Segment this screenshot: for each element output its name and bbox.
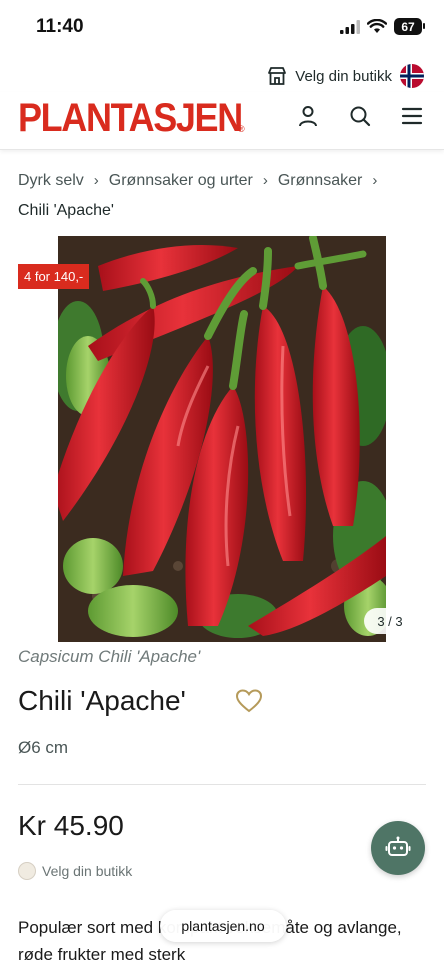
- promo-badge: 4 for 140,-: [18, 264, 90, 289]
- store-selector-label: Velg din butikk: [295, 67, 392, 85]
- status-icons: 67: [340, 18, 425, 35]
- norway-flag-icon[interactable]: [400, 64, 424, 88]
- search-icon[interactable]: [348, 104, 372, 128]
- chevron-right-icon: ›: [372, 172, 378, 189]
- heart-icon[interactable]: [236, 689, 262, 713]
- breadcrumb-item[interactable]: Grønnsaker: [278, 172, 362, 189]
- radio-icon[interactable]: [18, 862, 36, 880]
- store-select-label: Velg din butikk: [42, 863, 133, 879]
- chatbot-icon: [385, 836, 411, 856]
- product-price: Kr 45.90: [18, 810, 124, 841]
- product-size: Ø6 cm: [18, 738, 69, 757]
- menu-icon[interactable]: [400, 104, 424, 128]
- product-title: Chili 'Apache': [18, 685, 186, 716]
- status-bar: 11:40 67: [0, 0, 444, 56]
- product-image[interactable]: [58, 236, 386, 642]
- store-icon: [268, 67, 287, 85]
- battery-icon: 67: [394, 18, 425, 35]
- status-time: 11:40: [36, 16, 84, 37]
- chat-button[interactable]: [371, 821, 425, 875]
- breadcrumb-item[interactable]: Dyrk selv: [18, 172, 84, 189]
- product-latin-name: Capsicum Chili 'Apache': [18, 647, 201, 666]
- logo-registered-mark: ®: [238, 124, 245, 134]
- battery-level: 67: [401, 19, 415, 34]
- image-counter: 3 / 3: [364, 608, 416, 634]
- chevron-right-icon: ›: [262, 172, 268, 189]
- signal-icon: [340, 19, 360, 34]
- chili-photo: [58, 236, 386, 642]
- plantasjen-logo[interactable]: PLANTASJEN: [18, 96, 243, 141]
- store-select-radio[interactable]: Velg din butikk: [18, 862, 132, 880]
- header-actions: [296, 104, 424, 128]
- divider: [18, 784, 426, 785]
- store-selector[interactable]: Velg din butikk: [267, 64, 424, 88]
- site-header: PLANTASJEN ®: [0, 92, 444, 150]
- breadcrumb-item[interactable]: Grønnsaker og urter: [109, 172, 253, 189]
- chevron-right-icon: ›: [93, 172, 99, 189]
- browser-url-bar[interactable]: plantasjen.no: [160, 910, 286, 942]
- breadcrumb: Dyrk selv › Grønnsaker og urter › Grønnsaker…: [18, 166, 428, 226]
- user-icon[interactable]: [296, 104, 320, 128]
- breadcrumb-current: Chili 'Apache': [18, 202, 114, 219]
- wifi-icon: [367, 19, 387, 33]
